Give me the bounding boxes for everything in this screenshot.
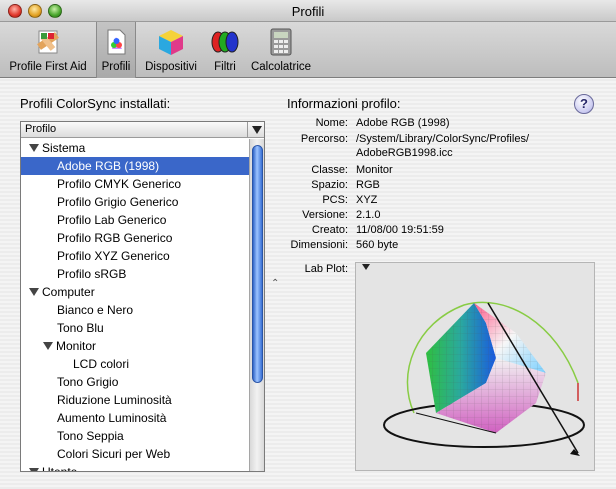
space-label: Spazio: xyxy=(311,179,348,191)
row-label: Tono Blu xyxy=(57,321,104,335)
profile-row[interactable]: Tono Grigio xyxy=(21,373,249,391)
profile-row[interactable]: Riduzione Luminosità xyxy=(21,391,249,409)
profile-row[interactable]: Profilo sRGB xyxy=(21,265,249,283)
profile-row[interactable]: Bianco e Nero xyxy=(21,301,249,319)
size-label: Dimensioni: xyxy=(290,239,348,251)
tree-group-row[interactable]: Sistema xyxy=(21,139,249,157)
toolbar-item-profiles[interactable]: Profili xyxy=(96,22,136,78)
first-aid-icon xyxy=(37,30,59,54)
row-label: Profilo Lab Generico xyxy=(57,213,167,227)
class-label: Classe: xyxy=(311,164,348,176)
row-label: Tono Grigio xyxy=(57,375,119,389)
profile-row[interactable]: Tono Blu xyxy=(21,319,249,337)
row-label: Bianco e Nero xyxy=(57,303,134,317)
scrollbar[interactable] xyxy=(249,139,264,471)
tree-group-row[interactable]: Computer xyxy=(21,283,249,301)
calculator-icon xyxy=(270,28,292,56)
size-value: 560 byte xyxy=(356,239,399,251)
row-label: Profilo CMYK Generico xyxy=(57,177,182,191)
version-label: Versione: xyxy=(302,209,348,221)
row-label: Colori Sicuri per Web xyxy=(57,447,171,461)
disclosure-triangle-icon[interactable] xyxy=(29,468,39,471)
toolbar-item-devices[interactable]: Dispositivi xyxy=(140,22,202,78)
list-column-header[interactable]: Profilo xyxy=(21,122,264,138)
row-label: Utente xyxy=(42,465,78,472)
pcs-label: PCS: xyxy=(322,194,348,206)
row-label: Aumento Luminosità xyxy=(57,411,167,425)
tree-group-row[interactable]: Utente xyxy=(21,463,249,472)
space-value: RGB xyxy=(356,179,380,191)
row-label: Riduzione Luminosità xyxy=(57,393,172,407)
created-value: 11/08/00 19:51:59 xyxy=(356,224,444,236)
lab-plot-options-arrow-icon[interactable] xyxy=(362,264,370,270)
row-label: Monitor xyxy=(56,339,97,353)
toolbar-item-filters[interactable]: Filtri xyxy=(206,22,244,78)
row-label: Sistema xyxy=(42,141,86,155)
toolbar: Profile First Aid Profili Dispositivi Fi… xyxy=(0,22,616,78)
class-value: Monitor xyxy=(356,164,393,176)
sort-arrow-icon[interactable] xyxy=(247,122,264,137)
row-label: Profilo sRGB xyxy=(57,267,127,281)
profiles-list[interactable]: Profilo Sistema Adobe RGB (1998) Profilo C… xyxy=(20,121,265,472)
toolbar-label: Profili xyxy=(101,61,131,73)
lab-plot-label: Lab Plot: xyxy=(304,263,348,275)
filters-icon xyxy=(211,31,239,53)
profile-row[interactable]: Tono Seppia xyxy=(21,427,249,445)
lab-plot-view[interactable] xyxy=(355,262,595,471)
profile-row[interactable]: Profilo XYZ Generico xyxy=(21,247,249,265)
profile-rows: Sistema Adobe RGB (1998) Profilo CMYK Gene… xyxy=(21,139,249,472)
name-label: Nome: xyxy=(315,117,348,129)
lab-plot-graphic xyxy=(383,301,585,456)
path-value-line1: /System/Library/ColorSync/Profiles/ xyxy=(356,133,529,145)
profile-info-heading: Informazioni profilo: xyxy=(287,96,401,111)
pcs-value: XYZ xyxy=(356,194,378,206)
devices-cube-icon xyxy=(159,30,183,55)
row-label: Adobe RGB (1998) xyxy=(57,159,160,173)
profile-row[interactable]: Profilo RGB Generico xyxy=(21,229,249,247)
column-profile-label: Profilo xyxy=(25,123,57,135)
path-label: Percorso: xyxy=(300,133,348,145)
tree-group-row[interactable]: Monitor xyxy=(21,337,249,355)
profile-row[interactable]: Adobe RGB (1998) xyxy=(21,157,249,175)
toolbar-label: Dispositivi xyxy=(145,61,197,73)
toolbar-label: Filtri xyxy=(214,61,236,73)
row-label: Profilo XYZ Generico xyxy=(57,249,170,263)
profile-row[interactable]: Colori Sicuri per Web xyxy=(21,445,249,463)
toolbar-label: Calcolatrice xyxy=(250,61,312,73)
name-value: Adobe RGB (1998) xyxy=(356,117,450,129)
row-label: Computer xyxy=(42,285,95,299)
profiles-icon xyxy=(107,29,126,55)
toolbar-item-calculator[interactable]: Calcolatrice xyxy=(248,22,314,78)
toolbar-item-first-aid[interactable]: Profile First Aid xyxy=(4,22,92,78)
help-button[interactable]: ? xyxy=(574,94,594,114)
profile-row[interactable]: Profilo Grigio Generico xyxy=(21,193,249,211)
row-label: Profilo RGB Generico xyxy=(57,231,173,245)
disclosure-triangle-icon[interactable] xyxy=(43,342,53,350)
profile-row[interactable]: Aumento Luminosità xyxy=(21,409,249,427)
profile-row[interactable]: Profilo CMYK Generico xyxy=(21,175,249,193)
installed-profiles-heading: Profili ColorSync installati: xyxy=(20,96,171,111)
path-value-line2: AdobeRGB1998.icc xyxy=(356,147,453,159)
scroll-thumb[interactable] xyxy=(252,145,263,383)
window-title: Profili xyxy=(291,4,325,19)
title-bar: Profili xyxy=(0,0,616,22)
row-label: Profilo Grigio Generico xyxy=(57,195,179,209)
profile-row[interactable]: LCD colori xyxy=(21,355,249,373)
created-label: Creato: xyxy=(311,224,348,236)
row-label: LCD colori xyxy=(73,357,130,371)
toolbar-label: Profile First Aid xyxy=(9,61,87,73)
version-value: 2.1.0 xyxy=(356,209,381,221)
splitter-handle-icon[interactable]: ⌃ xyxy=(271,278,279,289)
profile-row[interactable]: Profilo Lab Generico xyxy=(21,211,249,229)
row-label: Tono Seppia xyxy=(57,429,124,443)
disclosure-triangle-icon[interactable] xyxy=(29,288,39,296)
disclosure-triangle-icon[interactable] xyxy=(29,144,39,152)
